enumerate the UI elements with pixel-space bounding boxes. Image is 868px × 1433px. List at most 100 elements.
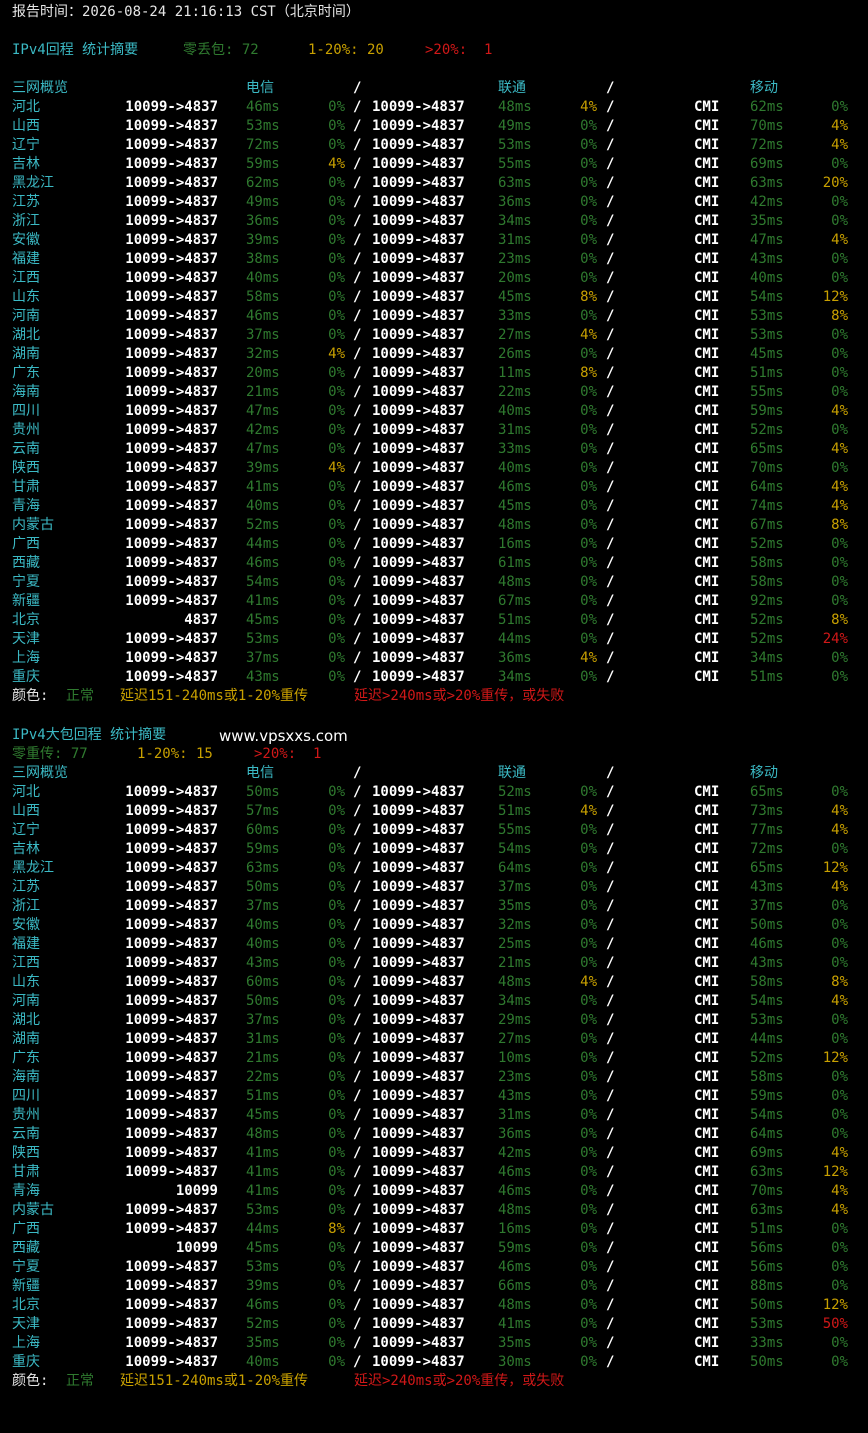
- cu-latency: 48ms: [498, 574, 532, 590]
- cu-loss: 0%: [580, 631, 597, 647]
- ct-latency: 37ms: [246, 898, 280, 914]
- cu-route: 10099->4837: [372, 213, 465, 229]
- ct-latency: 52ms: [246, 1316, 280, 1332]
- ct-latency: 45ms: [246, 1107, 280, 1123]
- cu-latency: 55ms: [498, 822, 532, 838]
- ct-latency: 46ms: [246, 99, 280, 115]
- ct-loss: 0%: [328, 536, 345, 552]
- ct-latency: 47ms: [246, 403, 280, 419]
- cm-route: CMI: [694, 936, 720, 952]
- cm-latency: 58ms: [750, 555, 784, 571]
- province-name: 广东: [12, 365, 40, 381]
- province-name: 云南: [12, 441, 40, 457]
- province-name: 北京: [12, 1297, 40, 1313]
- cm-route: CMI: [694, 1259, 720, 1275]
- cu-loss: 0%: [580, 1107, 597, 1123]
- cm-loss: 12%: [822, 1050, 848, 1066]
- ct-loss: 0%: [328, 517, 345, 533]
- province-name: 青海: [12, 498, 40, 514]
- ct-route: 10099: [175, 1240, 218, 1256]
- cu-loss: 0%: [580, 175, 597, 191]
- row-sep: /: [353, 137, 362, 153]
- table-header: 三网概览 电信 / 联通 / 移动: [0, 764, 868, 783]
- cm-route: CMI: [694, 365, 720, 381]
- province-name: 安徽: [12, 232, 40, 248]
- row-sep: /: [606, 498, 615, 514]
- ct-loss: 0%: [328, 936, 345, 952]
- row-sep: /: [606, 441, 615, 457]
- cu-route: 10099->4837: [372, 422, 465, 438]
- cu-route: 10099->4837: [372, 99, 465, 115]
- ct-loss: 0%: [328, 1202, 345, 1218]
- cu-latency: 48ms: [498, 1297, 532, 1313]
- cu-route: 10099->4837: [372, 365, 465, 381]
- ct-latency: 45ms: [246, 1240, 280, 1256]
- cu-loss: 0%: [580, 955, 597, 971]
- cm-route: CMI: [694, 327, 720, 343]
- row-sep: /: [353, 365, 362, 381]
- row-sep: /: [353, 251, 362, 267]
- ct-route: 10099->4837: [125, 555, 218, 571]
- ct-route: 10099->4837: [125, 1278, 218, 1294]
- summary-line: 零重传: 77 1-20%: 15 >20%: 1: [0, 745, 868, 764]
- row-sep: /: [353, 479, 362, 495]
- summary-zero: 零重传: 77: [12, 746, 88, 762]
- ct-loss: 0%: [328, 1031, 345, 1047]
- cm-route: CMI: [694, 860, 720, 876]
- cu-route: 10099->4837: [372, 289, 465, 305]
- cm-loss: 0%: [831, 99, 848, 115]
- cm-route: CMI: [694, 669, 720, 685]
- ct-loss: 0%: [328, 384, 345, 400]
- province-name: 河北: [12, 99, 40, 115]
- cu-route: 10099->4837: [372, 1202, 465, 1218]
- summary-mid: 1-20%: 15: [137, 746, 213, 762]
- province-name: 辽宁: [12, 822, 40, 838]
- cm-route: CMI: [694, 384, 720, 400]
- cu-loss: 0%: [580, 1031, 597, 1047]
- ct-latency: 21ms: [246, 384, 280, 400]
- cu-loss: 4%: [580, 99, 597, 115]
- ct-latency: 41ms: [246, 1145, 280, 1161]
- cu-loss: 0%: [580, 213, 597, 229]
- row-sep: /: [606, 1278, 615, 1294]
- ct-loss: 0%: [328, 308, 345, 324]
- ct-route: 10099->4837: [125, 422, 218, 438]
- cm-loss: 0%: [831, 650, 848, 666]
- cm-latency: 53ms: [750, 327, 784, 343]
- header-sep: /: [353, 80, 362, 96]
- cu-latency: 34ms: [498, 669, 532, 685]
- province-name: 天津: [12, 1316, 40, 1332]
- ct-latency: 37ms: [246, 1012, 280, 1028]
- ct-route: 10099->4837: [125, 1202, 218, 1218]
- province-name: 四川: [12, 1088, 40, 1104]
- province-name: 甘肃: [12, 1164, 40, 1180]
- row-sep: /: [353, 860, 362, 876]
- ct-latency: 54ms: [246, 574, 280, 590]
- cm-loss: 8%: [831, 974, 848, 990]
- cm-loss: 4%: [831, 137, 848, 153]
- cu-latency: 21ms: [498, 955, 532, 971]
- cm-route: CMI: [694, 612, 720, 628]
- table-row: 甘肃 10099->4837 41ms 0% / 10099->4837 46ms 0% / CM…: [0, 1163, 868, 1182]
- ct-latency: 46ms: [246, 1297, 280, 1313]
- province-name: 海南: [12, 1069, 40, 1085]
- cu-loss: 0%: [580, 1316, 597, 1332]
- ct-route: 10099->4837: [125, 1221, 218, 1237]
- ct-loss: 0%: [328, 1164, 345, 1180]
- cm-loss: 0%: [831, 1278, 848, 1294]
- row-sep: /: [353, 99, 362, 115]
- cm-loss: 0%: [831, 1088, 848, 1104]
- cm-loss: 0%: [831, 669, 848, 685]
- province-name: 内蒙古: [12, 517, 54, 533]
- cu-latency: 31ms: [498, 232, 532, 248]
- cu-latency: 34ms: [498, 993, 532, 1009]
- table-row: 河南 10099->4837 50ms 0% / 10099->4837 34ms 0% / CM…: [0, 992, 868, 1011]
- ct-loss: 0%: [328, 118, 345, 134]
- cm-latency: 72ms: [750, 841, 784, 857]
- cm-loss: 0%: [831, 1069, 848, 1085]
- cu-route: 10099->4837: [372, 917, 465, 933]
- row-sep: /: [606, 1335, 615, 1351]
- header-sep: /: [606, 765, 615, 781]
- cu-route: 10099->4837: [372, 1278, 465, 1294]
- cm-latency: 43ms: [750, 879, 784, 895]
